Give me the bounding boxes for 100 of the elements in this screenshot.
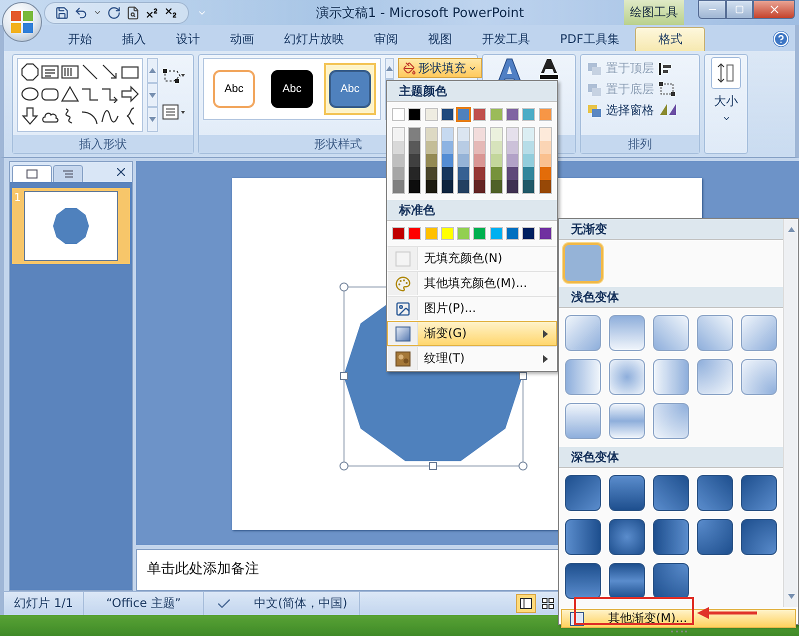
menu-item[interactable]: 纹理(T): [387, 346, 557, 371]
gradient-swatch[interactable]: [565, 475, 601, 511]
normal-view-button[interactable]: [516, 594, 536, 613]
gradient-swatch[interactable]: [741, 315, 777, 351]
color-swatch[interactable]: [538, 108, 552, 121]
color-swatch[interactable]: [393, 180, 404, 193]
color-swatch[interactable]: [540, 141, 551, 154]
ribbon-tab[interactable]: 插入: [108, 27, 160, 51]
color-swatch[interactable]: [523, 180, 534, 193]
color-swatch[interactable]: [458, 128, 470, 141]
color-swatch[interactable]: [440, 108, 454, 121]
ribbon-tab[interactable]: PDF工具集: [546, 27, 634, 51]
ribbon-tab[interactable]: 开发工具: [468, 27, 544, 51]
shape-oct-icon[interactable]: [21, 63, 39, 81]
color-swatch[interactable]: [522, 227, 536, 240]
ribbon-tab[interactable]: 设计: [162, 27, 214, 51]
color-swatch[interactable]: [474, 128, 486, 141]
arrange-button[interactable]: 选择窗格: [585, 100, 656, 121]
superscript-icon[interactable]: [145, 6, 159, 20]
color-swatch[interactable]: [426, 141, 437, 154]
color-swatch[interactable]: [523, 154, 534, 167]
gradient-swatch[interactable]: [697, 359, 733, 395]
group-icon[interactable]: [658, 82, 678, 96]
shape-rarrow-icon[interactable]: [121, 85, 139, 103]
color-swatch[interactable]: [474, 180, 486, 193]
gradient-swatch[interactable]: [741, 475, 777, 511]
color-swatch[interactable]: [392, 227, 405, 240]
color-swatch[interactable]: [424, 227, 438, 240]
color-swatch[interactable]: [473, 108, 486, 121]
ribbon-tab[interactable]: 格式: [635, 27, 706, 51]
color-swatch[interactable]: [522, 108, 536, 121]
gradient-swatch[interactable]: [697, 519, 733, 555]
color-swatch[interactable]: [507, 180, 518, 193]
edit-shape-icon[interactable]: [162, 68, 186, 84]
color-swatch[interactable]: [507, 167, 518, 180]
gradient-swatch[interactable]: [609, 359, 645, 395]
color-swatch[interactable]: [408, 108, 422, 121]
color-swatch[interactable]: [490, 167, 502, 180]
color-swatch[interactable]: [458, 167, 470, 180]
color-swatch[interactable]: [490, 227, 503, 240]
color-swatch[interactable]: [458, 180, 470, 193]
gradient-swatch[interactable]: [609, 563, 645, 599]
color-swatch[interactable]: [506, 227, 520, 240]
gradient-swatch[interactable]: [609, 475, 645, 511]
maximize-button[interactable]: [726, 0, 753, 19]
color-swatch[interactable]: [540, 167, 551, 180]
gradient-swatch[interactable]: [565, 359, 601, 395]
color-swatch[interactable]: [426, 167, 437, 180]
shape-oval-icon[interactable]: [21, 85, 39, 103]
color-swatch[interactable]: [523, 141, 534, 154]
color-swatch[interactable]: [393, 128, 404, 141]
gradient-swatch[interactable]: [653, 563, 689, 599]
ribbon-tab[interactable]: 开始: [54, 27, 106, 51]
color-swatch[interactable]: [393, 141, 404, 154]
save-icon[interactable]: [55, 6, 69, 20]
shape-darrow-icon[interactable]: [21, 107, 39, 125]
text-fill-icon[interactable]: [539, 58, 561, 80]
color-swatch[interactable]: [426, 180, 437, 193]
gradient-swatch[interactable]: [653, 475, 689, 511]
gradient-swatch[interactable]: [563, 243, 603, 283]
color-swatch[interactable]: [426, 128, 437, 141]
color-swatch[interactable]: [540, 128, 551, 141]
color-swatch[interactable]: [490, 141, 502, 154]
color-swatch[interactable]: [440, 227, 454, 240]
shape-text-icon[interactable]: [41, 63, 59, 81]
resize-grip-icon[interactable]: [670, 630, 688, 633]
color-swatch[interactable]: [473, 227, 486, 240]
resize-handle[interactable]: [428, 462, 436, 470]
shape-fill-button[interactable]: 形状填充: [398, 58, 482, 78]
undo-icon[interactable]: [74, 6, 88, 20]
resize-handle[interactable]: [339, 282, 348, 292]
color-swatch[interactable]: [523, 167, 534, 180]
resize-handle[interactable]: [340, 372, 348, 380]
color-swatch[interactable]: [490, 108, 503, 121]
color-swatch[interactable]: [393, 154, 404, 167]
shape-vtext-icon[interactable]: [61, 63, 79, 81]
color-swatch[interactable]: [474, 141, 486, 154]
color-swatch[interactable]: [409, 128, 420, 141]
redo-icon[interactable]: [107, 6, 121, 20]
ribbon-tab[interactable]: 幻灯片放映: [270, 27, 358, 51]
caret-icon[interactable]: [93, 8, 102, 17]
rotate-icon[interactable]: [658, 102, 678, 116]
color-swatch[interactable]: [426, 154, 437, 167]
scrollbar[interactable]: [783, 219, 798, 607]
gradient-swatch[interactable]: [609, 315, 645, 351]
color-swatch[interactable]: [408, 227, 422, 240]
minimize-button[interactable]: [698, 0, 726, 19]
color-swatch[interactable]: [507, 154, 518, 167]
shape-curve-icon[interactable]: [101, 107, 119, 125]
color-swatch[interactable]: [392, 108, 405, 121]
print-preview-icon[interactable]: [126, 6, 140, 20]
shape-line-icon[interactable]: [81, 63, 99, 81]
resize-handle[interactable]: [339, 462, 348, 470]
color-swatch[interactable]: [457, 227, 470, 240]
color-swatch[interactable]: [540, 180, 551, 193]
ribbon-tab[interactable]: 视图: [414, 27, 466, 51]
color-swatch[interactable]: [442, 154, 453, 167]
resize-handle[interactable]: [518, 372, 526, 380]
scroll-up-button[interactable]: [385, 58, 394, 79]
color-swatch[interactable]: [538, 227, 552, 240]
